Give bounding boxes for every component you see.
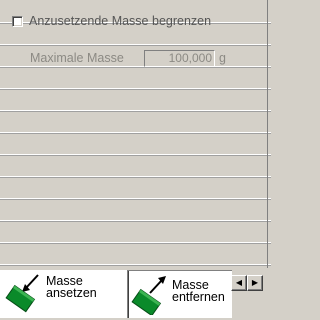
limit-mass-label: Anzusetzende Masse begrenzen xyxy=(29,14,212,28)
tab-masse-ansetzen[interactable]: Masse ansetzen xyxy=(0,270,128,318)
max-mass-row: Maximale Masse g xyxy=(30,47,226,69)
scroll-left-button[interactable]: ◀ xyxy=(231,275,247,291)
arrow-right-icon: ▶ xyxy=(251,278,259,287)
tab-masse-entfernen-label: Masse entfernen xyxy=(172,278,225,304)
arrow-left-icon: ◀ xyxy=(235,278,243,287)
limit-mass-checkbox[interactable] xyxy=(12,15,23,27)
max-mass-input[interactable] xyxy=(144,49,215,67)
max-mass-label: Maximale Masse xyxy=(30,51,124,65)
tab-masse-entfernen[interactable]: Masse entfernen xyxy=(128,270,232,318)
settings-panel xyxy=(0,0,271,268)
panel-divider xyxy=(267,0,268,268)
max-mass-unit: g xyxy=(219,51,226,65)
tab-scroll-buttons: ◀ ▶ xyxy=(231,275,263,291)
limit-mass-option[interactable]: Anzusetzende Masse begrenzen xyxy=(12,12,211,30)
tab-masse-ansetzen-label: Masse ansetzen xyxy=(46,274,97,300)
weight-remove-icon xyxy=(128,271,168,317)
weight-add-icon xyxy=(0,270,40,314)
scroll-right-button[interactable]: ▶ xyxy=(247,275,263,291)
